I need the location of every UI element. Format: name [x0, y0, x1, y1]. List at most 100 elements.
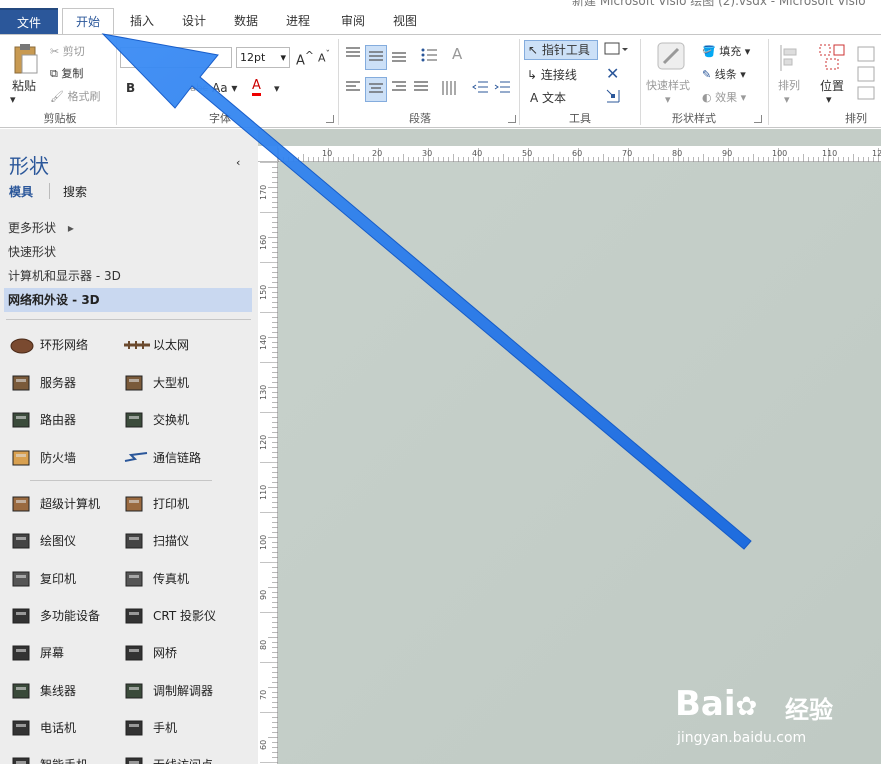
tab-design[interactable]: 设计: [170, 8, 218, 34]
stencil-shape[interactable]: 复印机: [10, 564, 120, 594]
stencil-shape[interactable]: 打印机: [123, 489, 233, 519]
align-dropdown-icon[interactable]: ▾: [784, 93, 790, 106]
align-right-icon[interactable]: [390, 79, 408, 98]
stencil-shape[interactable]: 调制解调器: [123, 676, 233, 706]
change-case-button[interactable]: Aa ▾: [212, 81, 237, 95]
font-size-field[interactable]: 12pt ▾: [236, 47, 290, 68]
paste-dropdown-icon[interactable]: ▾: [10, 93, 16, 106]
tab-review[interactable]: 审阅: [329, 8, 377, 34]
stencil-shape[interactable]: 电话机: [10, 713, 120, 743]
stencil-shape[interactable]: 无线访问点: [123, 750, 233, 764]
fill-button[interactable]: 🪣 填充 ▾: [702, 43, 750, 59]
quick-styles-icon[interactable]: [654, 41, 688, 78]
format-painter-button[interactable]: 🖌 格式刷: [50, 88, 100, 104]
shape-style-group-label: 形状样式: [672, 112, 716, 125]
tab-insert[interactable]: 插入: [118, 8, 166, 34]
align-shapes-icon[interactable]: [778, 43, 800, 76]
group-icon[interactable]: [856, 45, 878, 104]
stencil-shape[interactable]: 超级计算机: [10, 489, 120, 519]
tab-search[interactable]: 搜索: [63, 183, 87, 200]
shape-style-dialog-launcher-icon[interactable]: [754, 115, 762, 123]
position-dropdown-icon[interactable]: ▾: [826, 93, 832, 106]
paragraph-dialog-launcher-icon[interactable]: [508, 115, 516, 123]
close-icon[interactable]: ✕: [606, 64, 619, 83]
font-dialog-launcher-icon[interactable]: [326, 115, 334, 123]
connection-point-icon[interactable]: [604, 87, 622, 108]
font-name-field[interactable]: [120, 47, 232, 68]
stencil-shape[interactable]: 网桥: [123, 638, 233, 668]
stencil-shape[interactable]: 传真机: [123, 564, 233, 594]
decrease-indent-icon[interactable]: [472, 79, 490, 98]
stencil-shape[interactable]: 大型机: [123, 368, 233, 398]
text-direction-icon[interactable]: A: [452, 45, 462, 63]
stencil-shape[interactable]: CRT 投影仪: [123, 601, 233, 631]
stencil-shape[interactable]: 多功能设备: [10, 601, 120, 631]
font-color-dropdown-icon[interactable]: ▾: [274, 82, 280, 95]
quick-styles-button[interactable]: 快速样式: [646, 77, 690, 93]
line-button[interactable]: ✎ 线条 ▾: [702, 66, 746, 82]
stencil-shape[interactable]: 交换机: [123, 405, 233, 435]
stencil-shape[interactable]: 集线器: [10, 676, 120, 706]
stencil-shape[interactable]: 以太网: [123, 330, 233, 360]
stencil-shape[interactable]: 防火墙: [10, 443, 120, 473]
effects-button[interactable]: ◐ 效果 ▾: [702, 89, 746, 105]
pointer-tool-button[interactable]: ↖ 指针工具: [524, 40, 598, 60]
strikethrough-button[interactable]: abc: [190, 83, 208, 94]
drawing-page[interactable]: [278, 162, 881, 764]
watermark-logo-text: Bai: [675, 684, 736, 724]
ruler-label: 40: [472, 149, 482, 158]
paste-button[interactable]: 粘贴: [12, 77, 36, 94]
shrink-font-button[interactable]: Aˇ: [318, 49, 330, 65]
justify-icon[interactable]: [412, 79, 430, 98]
position-icon[interactable]: [816, 41, 848, 76]
tab-view[interactable]: 视图: [381, 8, 429, 34]
ruler-label: 10: [322, 149, 332, 158]
vertical-ruler[interactable]: 170 160 150 140 130 120 110 100 90 80 70 60: [258, 162, 278, 764]
format-painter-label: 格式刷: [67, 90, 101, 103]
copy-button[interactable]: ⧉ 复制: [50, 65, 83, 81]
scissors-icon: ✂: [50, 45, 60, 58]
align-bottom-icon[interactable]: [390, 45, 408, 68]
align-top-icon[interactable]: [344, 45, 362, 64]
more-shapes-item[interactable]: 更多形状 ▸: [4, 216, 252, 240]
stencil-shape[interactable]: 屏幕: [10, 638, 120, 668]
align-middle-icon[interactable]: [365, 45, 387, 70]
tab-home[interactable]: 开始: [62, 8, 114, 34]
rectangle-tool-icon[interactable]: [604, 42, 628, 59]
stencil-shape[interactable]: 服务器: [10, 368, 120, 398]
stencil-shape[interactable]: 手机: [123, 713, 233, 743]
grow-font-button[interactable]: A^: [296, 49, 314, 68]
quick-styles-dropdown-icon[interactable]: ▾: [665, 93, 671, 106]
stencil-shape[interactable]: 智能手机: [10, 750, 120, 764]
bold-button[interactable]: B: [126, 81, 135, 95]
effects-icon: ◐: [702, 91, 712, 104]
text-tool-button[interactable]: A 文本: [530, 89, 566, 106]
stencil-shape[interactable]: 绘图仪: [10, 526, 120, 556]
stencil-computers-monitors[interactable]: 计算机和显示器 - 3D: [4, 264, 252, 288]
horizontal-ruler[interactable]: 10 20 30 40 50 60 70 80 90 100 110 120: [278, 146, 881, 162]
collapse-panel-icon[interactable]: ‹: [236, 156, 240, 169]
align-button[interactable]: 排列: [778, 77, 800, 93]
quick-shapes-item[interactable]: 快速形状: [4, 240, 252, 264]
stencil-shape[interactable]: 环形网络: [10, 330, 120, 360]
shape-label: 交换机: [153, 413, 190, 427]
tab-file[interactable]: 文件: [0, 8, 58, 34]
paste-icon[interactable]: [10, 43, 40, 77]
tab-process[interactable]: 进程: [274, 8, 322, 34]
increase-indent-icon[interactable]: [494, 79, 512, 98]
stencil-network-peripherals[interactable]: 网络和外设 - 3D: [4, 288, 252, 312]
shape-icon: [123, 334, 150, 356]
align-center-icon[interactable]: [365, 77, 387, 102]
font-color-button[interactable]: A: [252, 79, 261, 96]
align-left-icon[interactable]: [344, 79, 362, 98]
text-block-icon[interactable]: [440, 79, 458, 100]
cut-button[interactable]: ✂ 剪切: [50, 43, 85, 59]
stencil-shape[interactable]: 通信链路: [123, 443, 233, 473]
tab-stencils[interactable]: 模具: [9, 183, 33, 200]
stencil-shape[interactable]: 路由器: [10, 405, 120, 435]
tab-data[interactable]: 数据: [222, 8, 270, 34]
position-button[interactable]: 位置: [820, 77, 844, 94]
bullets-icon[interactable]: [420, 45, 438, 68]
connector-tool-button[interactable]: ↳ 连接线: [527, 66, 577, 83]
stencil-shape[interactable]: 扫描仪: [123, 526, 233, 556]
